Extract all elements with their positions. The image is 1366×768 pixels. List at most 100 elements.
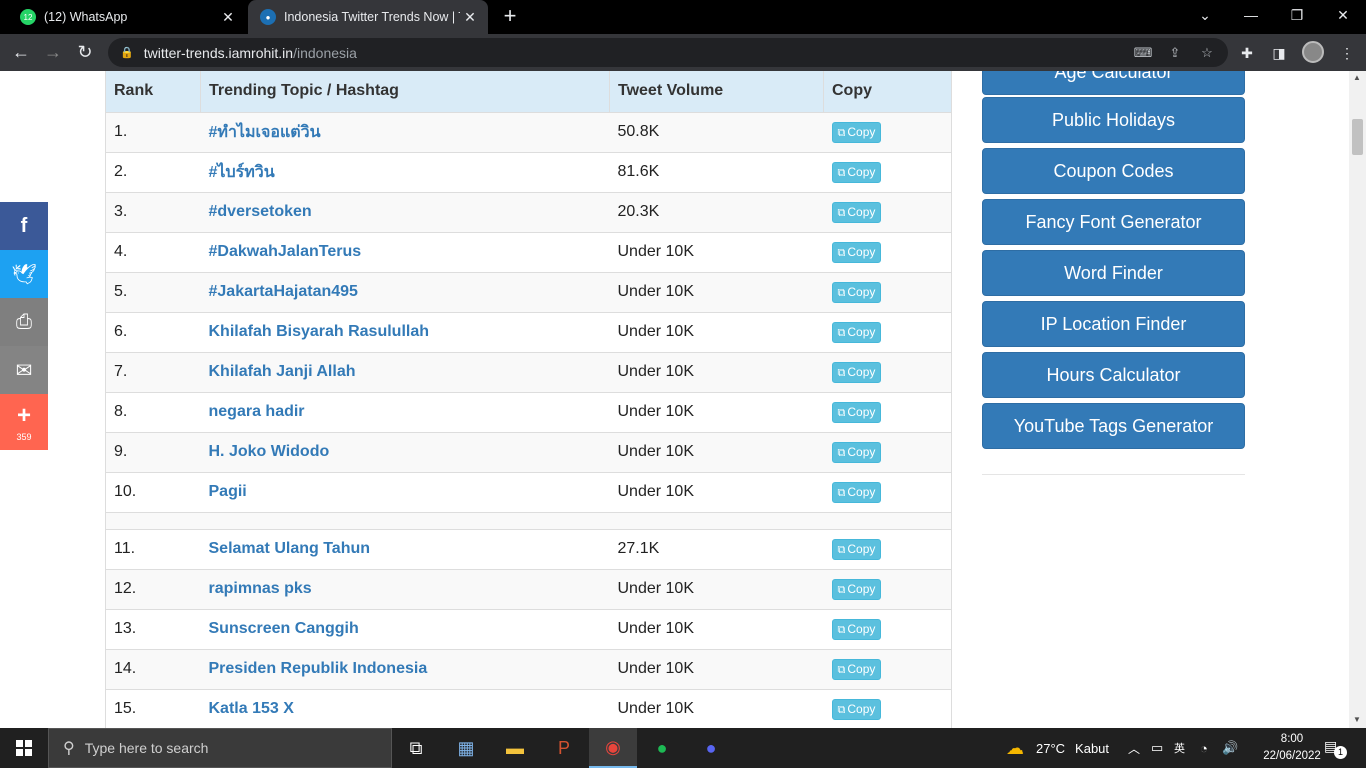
sidebar-button[interactable]: Word Finder bbox=[982, 250, 1245, 296]
chrome-icon[interactable]: ◉ bbox=[589, 728, 637, 768]
powerpoint-icon[interactable]: P bbox=[540, 728, 588, 768]
sidebar-button[interactable]: YouTube Tags Generator bbox=[982, 403, 1245, 449]
ime-icon[interactable]: 英 bbox=[1174, 728, 1185, 768]
more-share-button[interactable]: + 359 bbox=[0, 394, 48, 450]
notification-center-icon[interactable]: ▤ 1 bbox=[1324, 738, 1347, 759]
sidebar-button[interactable]: Public Holidays bbox=[982, 97, 1245, 143]
menu-icon[interactable]: ⋮ bbox=[1334, 40, 1360, 66]
sidebar-button[interactable]: Hours Calculator bbox=[982, 352, 1245, 398]
header-volume: Tweet Volume bbox=[609, 71, 824, 112]
close-window-button[interactable]: ✕ bbox=[1320, 0, 1366, 34]
notification-badge: 1 bbox=[1334, 746, 1347, 759]
copy-button[interactable]: ⧉ Copy bbox=[831, 161, 882, 183]
minimize-button[interactable]: — bbox=[1228, 0, 1274, 34]
topic-link[interactable]: H. Joko Widodo bbox=[200, 431, 610, 472]
weather-widget[interactable]: ☁ 27°C Kabut bbox=[1006, 728, 1109, 768]
copy-button[interactable]: ⧉ Copy bbox=[831, 538, 882, 560]
copy-cell: ⧉ Copy bbox=[823, 191, 952, 232]
copy-button[interactable]: ⧉ Copy bbox=[831, 121, 882, 143]
taskbar-clock[interactable]: 8:00 22/06/2022 bbox=[1262, 731, 1322, 765]
close-tab-icon[interactable]: ✕ bbox=[218, 9, 238, 26]
copy-button[interactable]: ⧉ Copy bbox=[831, 618, 882, 640]
restore-button[interactable]: ❐ bbox=[1274, 0, 1320, 34]
trends-table-container: Rank Trending Topic / Hashtag Tweet Volu… bbox=[105, 71, 952, 728]
copy-icon: ⧉ bbox=[837, 583, 846, 596]
sidebar-button[interactable]: IP Location Finder bbox=[982, 301, 1245, 347]
copy-button[interactable]: ⧉ Copy bbox=[831, 441, 882, 463]
scroll-down-icon[interactable]: ▼ bbox=[1353, 715, 1361, 724]
topic-link[interactable]: #DakwahJalanTerus bbox=[200, 231, 610, 272]
copy-button[interactable]: ⧉ Copy bbox=[831, 201, 882, 223]
close-tab-icon[interactable]: ✕ bbox=[460, 9, 480, 26]
scroll-thumb[interactable] bbox=[1352, 119, 1363, 155]
facebook-share-button[interactable]: f bbox=[0, 202, 48, 250]
battery-icon[interactable]: ▭ bbox=[1151, 728, 1163, 768]
volume-cell: Under 10K bbox=[609, 608, 824, 649]
topic-link[interactable]: #ทำไมเจอแต่วิน bbox=[200, 111, 610, 152]
sidebar-button[interactable]: Age Calculator bbox=[982, 71, 1245, 95]
topic-link[interactable]: #ไบร์ทวิน bbox=[200, 151, 610, 192]
reload-icon[interactable]: ↻ bbox=[72, 40, 98, 66]
side-panel-icon[interactable]: ◨ bbox=[1266, 40, 1292, 66]
copy-button[interactable]: ⧉ Copy bbox=[831, 481, 882, 503]
translate-icon[interactable]: ⌨ bbox=[1130, 38, 1156, 67]
copy-icon: ⧉ bbox=[837, 326, 846, 339]
copy-button[interactable]: ⧉ Copy bbox=[831, 321, 882, 343]
tab-twitter-trends[interactable]: ● Indonesia Twitter Trends Now | To ✕ bbox=[248, 0, 488, 34]
copy-button[interactable]: ⧉ Copy bbox=[831, 361, 882, 383]
copy-button[interactable]: ⧉ Copy bbox=[831, 698, 882, 720]
copy-button[interactable]: ⧉ Copy bbox=[831, 658, 882, 680]
weather-icon: ☁ bbox=[1006, 737, 1024, 758]
topic-link[interactable]: #JakartaHajatan495 bbox=[200, 271, 610, 312]
topic-link[interactable]: Pagii bbox=[200, 471, 610, 512]
rank-cell: 3. bbox=[105, 191, 201, 232]
copy-button[interactable]: ⧉ Copy bbox=[831, 281, 882, 303]
rank-cell: 13. bbox=[105, 608, 201, 649]
start-button[interactable] bbox=[0, 728, 48, 768]
calculator-icon[interactable]: ▦ bbox=[442, 728, 490, 768]
topic-link[interactable]: negara hadir bbox=[200, 391, 610, 432]
copy-label: Copy bbox=[847, 661, 876, 676]
sidebar-button[interactable]: Fancy Font Generator bbox=[982, 199, 1245, 245]
email-share-button[interactable]: ✉ bbox=[0, 346, 48, 394]
bookmark-star-icon[interactable]: ☆ bbox=[1194, 38, 1220, 67]
topic-link[interactable]: Sunscreen Canggih bbox=[200, 608, 610, 649]
profile-avatar[interactable] bbox=[1302, 41, 1324, 63]
topic-link[interactable]: Presiden Republik Indonesia bbox=[200, 648, 610, 689]
tab-whatsapp[interactable]: 12 (12) WhatsApp ✕ bbox=[8, 0, 246, 34]
page-scrollbar[interactable]: ▲ ▼ bbox=[1349, 71, 1366, 728]
table-row: 2. #ไบร์ทวิน 81.6K ⧉ Copy bbox=[105, 151, 952, 192]
table-row: 13. Sunscreen Canggih Under 10K ⧉ Copy bbox=[105, 608, 952, 649]
extensions-icon[interactable]: ✚ bbox=[1234, 40, 1260, 66]
topic-link[interactable]: #dversetoken bbox=[200, 191, 610, 232]
copy-icon: ⧉ bbox=[837, 486, 846, 499]
share-icon[interactable]: ⇪ bbox=[1162, 38, 1188, 67]
volume-icon[interactable]: 🔊 bbox=[1222, 728, 1238, 768]
topic-link[interactable]: Khilafah Bisyarah Rasulullah bbox=[200, 311, 610, 352]
wifi-icon[interactable]: ◔ bbox=[1200, 728, 1208, 768]
show-hidden-icons[interactable]: ︿ bbox=[1128, 728, 1140, 768]
discord-icon[interactable]: ● bbox=[687, 728, 735, 768]
copy-button[interactable]: ⧉ Copy bbox=[831, 578, 882, 600]
tab-title: (12) WhatsApp bbox=[44, 10, 128, 24]
new-tab-button[interactable]: + bbox=[498, 4, 522, 30]
sidebar-button[interactable]: Coupon Codes bbox=[982, 148, 1245, 194]
address-bar[interactable]: 🔒 twitter-trends.iamrohit.in/indonesia ⌨… bbox=[108, 38, 1228, 67]
copy-icon: ⧉ bbox=[837, 446, 846, 459]
file-explorer-icon[interactable]: ▬ bbox=[491, 728, 539, 768]
copy-button[interactable]: ⧉ Copy bbox=[831, 241, 882, 263]
topic-link[interactable]: Katla 153 X bbox=[200, 688, 610, 728]
copy-button[interactable]: ⧉ Copy bbox=[831, 401, 882, 423]
topic-link[interactable]: rapimnas pks bbox=[200, 568, 610, 609]
back-icon[interactable]: ← bbox=[8, 40, 34, 66]
task-view-icon[interactable]: ⧉ bbox=[392, 728, 440, 768]
scroll-up-icon[interactable]: ▲ bbox=[1353, 73, 1361, 82]
topic-link[interactable]: Selamat Ulang Tahun bbox=[200, 528, 610, 569]
taskbar-search[interactable]: ⚲ Type here to search bbox=[48, 728, 392, 768]
spotify-icon[interactable]: ● bbox=[638, 728, 686, 768]
topic-link[interactable]: Khilafah Janji Allah bbox=[200, 351, 610, 392]
print-share-button[interactable]: ⎙ bbox=[0, 298, 48, 346]
forward-icon[interactable]: → bbox=[40, 40, 66, 66]
tab-search-icon[interactable]: ⌄ bbox=[1182, 0, 1228, 34]
twitter-share-button[interactable]: 🕊 bbox=[0, 250, 48, 298]
